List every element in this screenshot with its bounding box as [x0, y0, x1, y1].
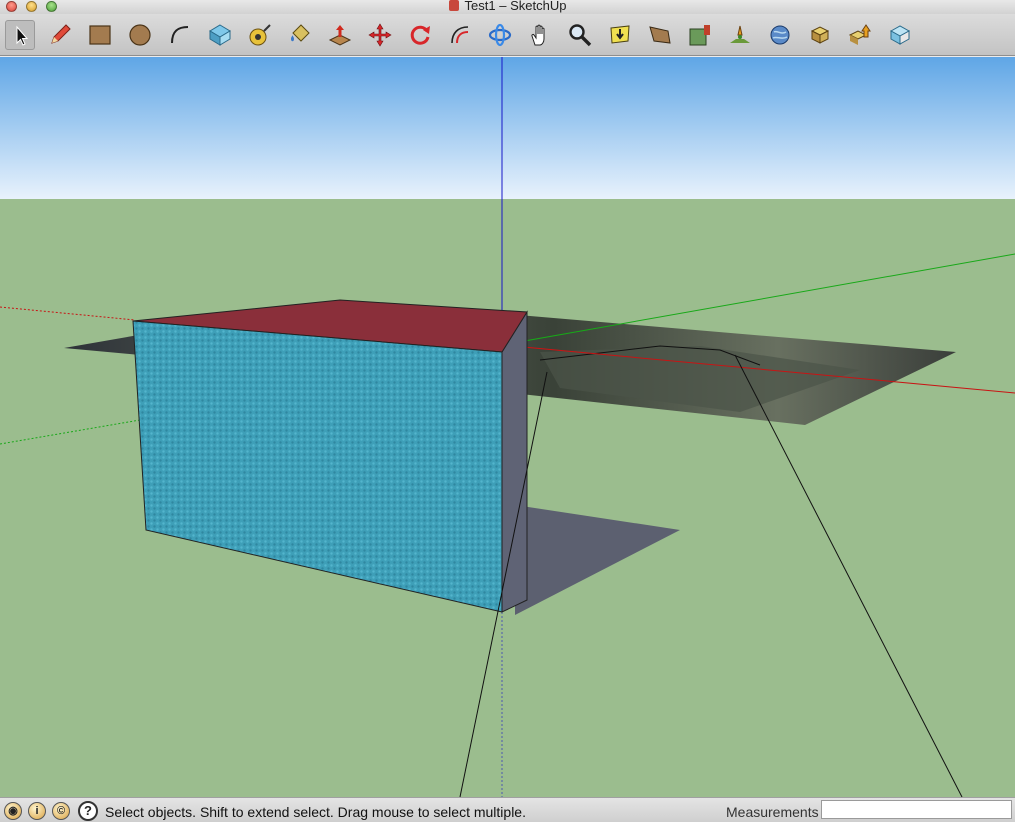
map-pin-icon — [689, 25, 710, 46]
sky — [0, 57, 1015, 199]
hand-icon — [531, 24, 545, 46]
push-pull-tool-button[interactable] — [325, 20, 355, 50]
scene-canvas[interactable] — [0, 57, 1015, 797]
sketchup-document-icon — [448, 0, 459, 11]
share-model-icon — [848, 24, 871, 45]
rectangle-icon — [89, 25, 111, 45]
extension-warehouse-tool-button[interactable] — [885, 20, 915, 50]
get-models-icon — [810, 26, 830, 44]
toggle-terrain-tool-button[interactable] — [725, 20, 755, 50]
circle-tool-button[interactable] — [125, 20, 155, 50]
drawing-viewport[interactable] — [0, 57, 1015, 797]
copyright-icon[interactable]: © — [52, 802, 70, 820]
share-model-tool-button[interactable] — [845, 20, 875, 50]
tape-icon — [249, 24, 271, 46]
measurements-label: Measurements — [726, 804, 819, 820]
previous-view-icon — [649, 26, 671, 44]
pan-tool-button[interactable] — [525, 20, 555, 50]
status-message: Select objects. Shift to extend select. … — [105, 804, 526, 820]
offset-tool-button[interactable] — [445, 20, 475, 50]
orbit-tool-button[interactable] — [485, 20, 515, 50]
window-title: Test1 – SketchUp — [464, 0, 567, 13]
magnifier-icon — [569, 24, 592, 47]
credits-icon[interactable]: i — [28, 802, 46, 820]
title-bar: Test1 – SketchUp — [0, 0, 1015, 14]
paint-bucket-tool-button[interactable] — [285, 20, 315, 50]
status-bar: ◉ i © ? Select objects. Shift to extend … — [0, 797, 1015, 822]
push-pull-icon — [328, 25, 352, 46]
measurements-input[interactable] — [821, 800, 1012, 819]
pencil-icon — [51, 24, 71, 44]
move-icon — [368, 23, 392, 47]
arc-tool-button[interactable] — [165, 20, 195, 50]
rotate-tool-button[interactable] — [405, 20, 435, 50]
bucket-icon — [291, 24, 310, 42]
previous-view-tool-button[interactable] — [645, 20, 675, 50]
earth-icon — [770, 25, 790, 45]
geo-location-icon[interactable]: ◉ — [4, 802, 22, 820]
orbit-icon — [488, 23, 512, 47]
offset-icon — [451, 26, 469, 44]
extension-icon — [889, 25, 911, 45]
terrain-icon — [730, 25, 750, 43]
rotate-icon — [410, 25, 430, 45]
select-tool-button[interactable] — [5, 20, 35, 50]
main-toolbar — [0, 14, 1015, 56]
preview-google-earth-tool-button[interactable] — [765, 20, 795, 50]
tape-measure-tool-button[interactable] — [245, 20, 275, 50]
help-icon[interactable]: ? — [78, 801, 98, 821]
get-models-tool-button[interactable] — [805, 20, 835, 50]
zoom-extents-icon — [610, 25, 630, 44]
zoom-tool-button[interactable] — [565, 20, 595, 50]
arc-icon — [171, 26, 189, 44]
get-current-view-tool-button[interactable] — [685, 20, 715, 50]
pencil-tool-button[interactable] — [45, 20, 75, 50]
arrow-icon — [16, 25, 29, 46]
make-component-tool-button[interactable] — [205, 20, 235, 50]
circle-icon — [129, 24, 151, 46]
rectangle-tool-button[interactable] — [85, 20, 115, 50]
box-side-face[interactable] — [501, 310, 528, 613]
zoom-extents-tool-button[interactable] — [605, 20, 635, 50]
window-title-area: Test1 – SketchUp — [0, 0, 1015, 13]
component-icon — [209, 24, 231, 46]
move-tool-button[interactable] — [365, 20, 395, 50]
